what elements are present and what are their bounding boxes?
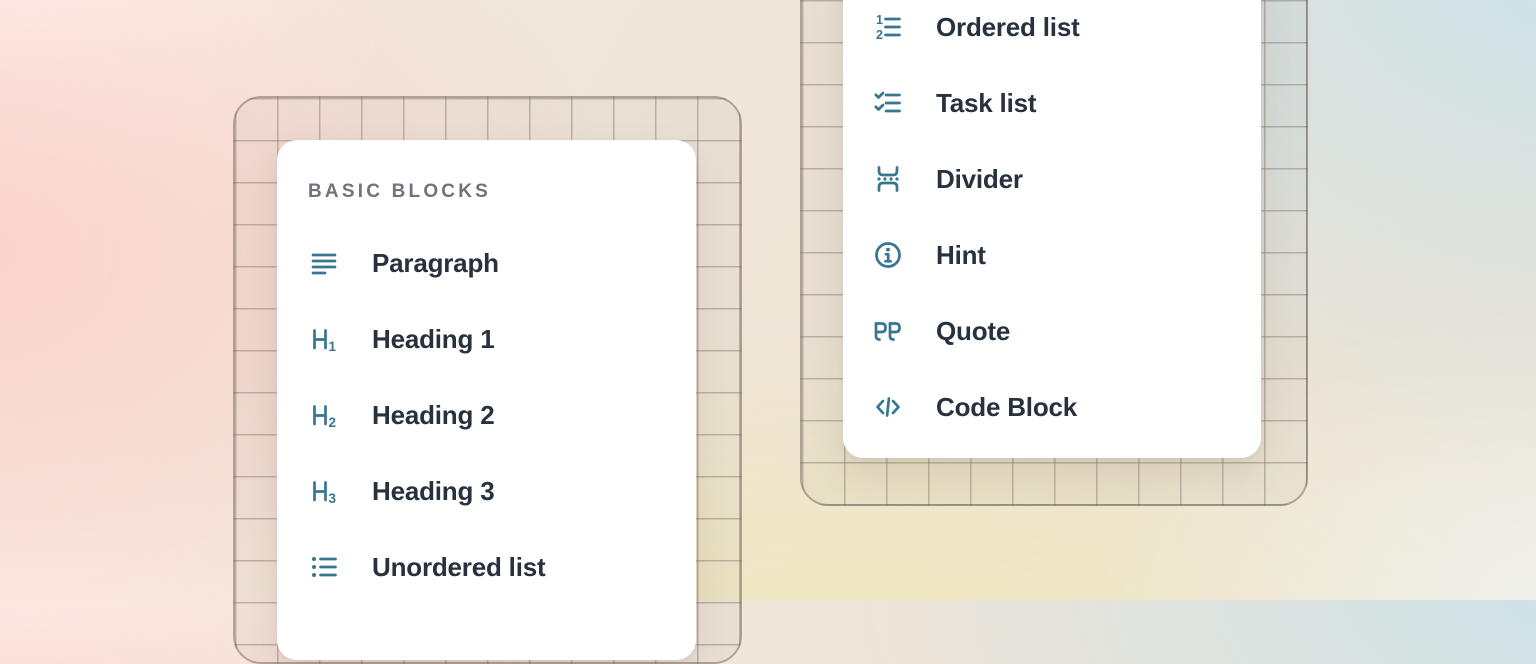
svg-text:2: 2 <box>329 415 337 430</box>
menu-item-paragraph[interactable]: Paragraph <box>308 225 696 301</box>
menu-item-task-list[interactable]: Task list <box>872 65 1261 141</box>
menu-item-label: Hint <box>936 240 986 271</box>
ordered-list-icon: 1 2 <box>872 11 904 43</box>
menu-item-heading-2[interactable]: 2 Heading 2 <box>308 377 696 453</box>
menu-item-label: Divider <box>936 164 1023 195</box>
menu-item-label: Heading 3 <box>372 476 494 507</box>
menu-item-label: Ordered list <box>936 12 1080 43</box>
blocks-menu-continued: 1 2 Ordered list Task list <box>843 0 1261 458</box>
menu-item-label: Unordered list <box>372 552 545 583</box>
svg-text:3: 3 <box>329 491 337 506</box>
menu-item-divider[interactable]: Divider <box>872 141 1261 217</box>
menu-item-heading-1[interactable]: 1 Heading 1 <box>308 301 696 377</box>
heading-2-icon: 2 <box>308 399 340 431</box>
unordered-list-icon <box>308 551 340 583</box>
svg-text:1: 1 <box>329 339 337 354</box>
menu-item-heading-3[interactable]: 3 Heading 3 <box>308 453 696 529</box>
basic-blocks-list: Paragraph 1 Heading 1 2 Heading 2 <box>308 225 696 605</box>
menu-item-label: Heading 2 <box>372 400 494 431</box>
menu-item-label: Paragraph <box>372 248 499 279</box>
svg-text:2: 2 <box>876 28 883 42</box>
section-title-basic-blocks: BASIC BLOCKS <box>308 176 696 208</box>
basic-blocks-menu: BASIC BLOCKS Paragraph 1 Heading 1 <box>277 140 696 660</box>
blocks-list: 1 2 Ordered list Task list <box>872 0 1261 445</box>
menu-item-label: Quote <box>936 316 1010 347</box>
quote-icon <box>872 315 904 347</box>
heading-1-icon: 1 <box>308 323 340 355</box>
heading-3-icon: 3 <box>308 475 340 507</box>
divider-icon <box>872 163 904 195</box>
code-block-icon <box>872 391 904 423</box>
menu-item-quote[interactable]: Quote <box>872 293 1261 369</box>
menu-item-label: Heading 1 <box>372 324 494 355</box>
hint-icon <box>872 239 904 271</box>
menu-item-hint[interactable]: Hint <box>872 217 1261 293</box>
menu-item-label: Code Block <box>936 392 1077 423</box>
menu-item-ordered-list[interactable]: 1 2 Ordered list <box>872 0 1261 65</box>
svg-text:1: 1 <box>876 13 883 27</box>
task-list-icon <box>872 87 904 119</box>
menu-item-unordered-list[interactable]: Unordered list <box>308 529 696 605</box>
menu-item-label: Task list <box>936 88 1036 119</box>
paragraph-icon <box>308 247 340 279</box>
menu-item-code-block[interactable]: Code Block <box>872 369 1261 445</box>
